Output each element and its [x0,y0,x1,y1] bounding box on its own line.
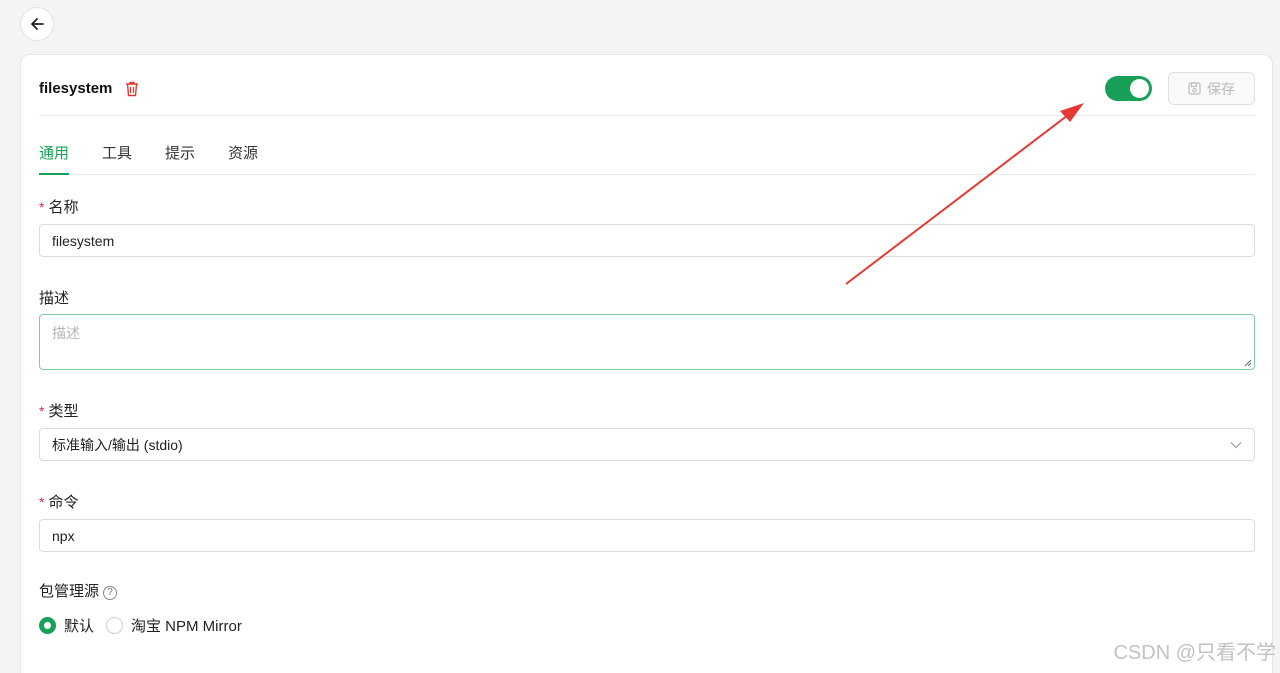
watermark: CSDN @只看不学 [1113,642,1276,664]
back-button[interactable] [20,7,54,41]
save-label: 保存 [1207,80,1235,97]
radio-dot [106,617,124,634]
trash-icon[interactable] [125,81,139,97]
command-input[interactable]: npx [39,519,1255,552]
back-arrow-icon [31,18,44,30]
resize-handle-icon[interactable] [1244,359,1252,367]
save-icon [1188,82,1201,95]
required-mark: * [39,494,45,510]
tab-bar: 通用 工具 提示 资源 [39,135,1255,175]
toggle-knob [1130,79,1149,98]
description-placeholder: 描述 [52,325,80,341]
description-label: 描述 [39,290,70,307]
registry-radio-group: 默认 淘宝 NPM Mirror [39,615,242,636]
required-mark: * [39,199,45,215]
card-header: filesystem 保存 [39,55,1255,116]
tab-general[interactable]: 通用 [39,142,70,175]
question-icon[interactable]: ? [103,586,118,600]
type-label: * 类型 [39,403,79,420]
registry-label: 包管理源? [39,580,118,601]
description-textarea[interactable]: 描述 [39,314,1255,370]
tab-prompts[interactable]: 提示 [165,142,195,173]
tab-tools[interactable]: 工具 [102,142,132,173]
radio-default[interactable]: 默认 [39,615,94,636]
type-value: 标准输入/输出 (stdio) [52,436,183,453]
radio-dot-selected [39,617,56,634]
name-input[interactable]: filesystem [39,224,1255,257]
command-label: * 命令 [39,494,79,511]
save-button[interactable]: 保存 [1168,72,1255,105]
tab-resources[interactable]: 资源 [228,142,258,173]
chevron-down-icon [1230,442,1242,449]
type-select[interactable]: 标准输入/输出 (stdio) [39,428,1255,461]
server-title: filesystem [39,80,113,97]
required-mark: * [39,403,45,419]
name-label: * 名称 [39,199,79,216]
radio-taobao-mirror[interactable]: 淘宝 NPM Mirror [106,615,242,636]
server-detail-card: filesystem 保存 通用 工具 提示 资源 * 名称 filesystem… [20,54,1273,673]
enable-toggle[interactable] [1105,76,1152,101]
